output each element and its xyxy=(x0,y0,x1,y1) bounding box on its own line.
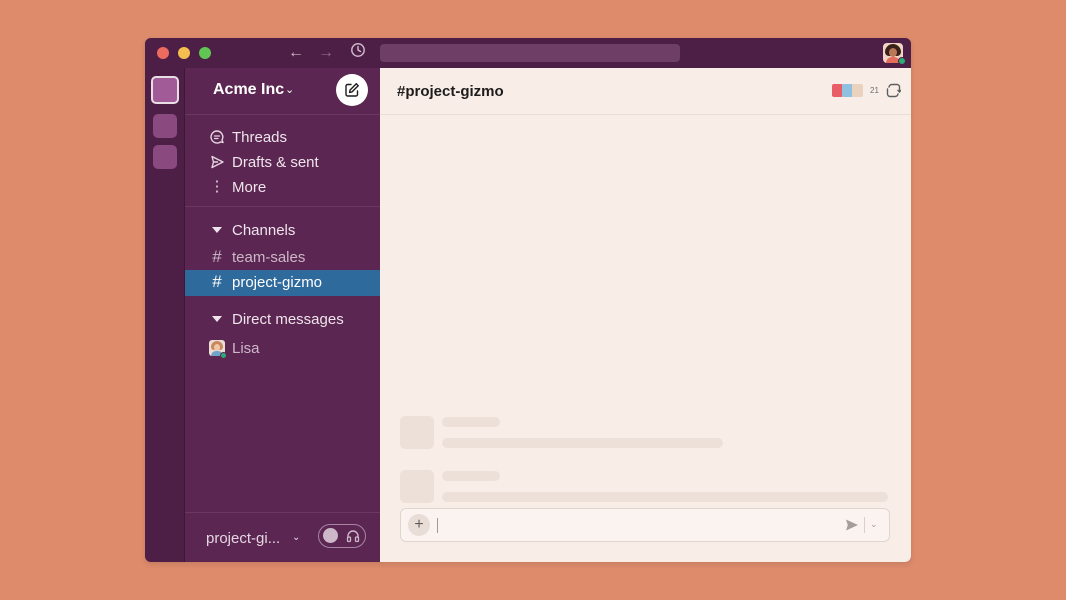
section-label: Channels xyxy=(232,222,296,239)
arrow-right-icon[interactable]: → xyxy=(318,43,334,63)
sidebar-item-dm-lisa[interactable]: Lisa xyxy=(185,337,380,361)
sidebar-item-label: Threads xyxy=(232,129,288,146)
huddle-toggle[interactable] xyxy=(318,524,366,548)
channel-title[interactable]: #project-gizmo xyxy=(397,83,504,100)
caret-down-icon[interactable] xyxy=(212,316,222,322)
clock-icon[interactable] xyxy=(350,42,366,64)
sidebar-item-project-gizmo[interactable]: # project-gizmo xyxy=(185,270,380,296)
text-cursor xyxy=(437,518,438,533)
chevron-down-icon[interactable]: ⌄ xyxy=(285,83,294,96)
workspace-tile[interactable] xyxy=(153,145,177,169)
send-icon xyxy=(208,153,226,171)
minimize-window-button[interactable] xyxy=(178,47,190,59)
online-status-dot xyxy=(220,352,227,359)
sidebar-item-more[interactable]: ⋮ More xyxy=(185,176,380,200)
message-skeleton-line xyxy=(442,438,723,448)
sidebar-item-team-sales[interactable]: # team-sales xyxy=(185,246,380,270)
more-vertical-icon: ⋮ xyxy=(209,178,225,195)
message-skeleton-line xyxy=(442,417,500,427)
threads-icon xyxy=(208,128,226,146)
member-avatar xyxy=(852,84,863,97)
toggle-knob xyxy=(323,528,338,543)
channel-label: project-gizmo xyxy=(232,274,323,291)
main-panel: #project-gizmo 21 + ⌄ xyxy=(380,68,911,562)
dm-section-header[interactable]: Direct messages xyxy=(185,308,380,332)
headphones-icon xyxy=(346,526,360,546)
workspace-tile[interactable] xyxy=(153,114,177,138)
sidebar-divider xyxy=(185,206,380,207)
chevron-down-icon[interactable]: ⌄ xyxy=(292,532,300,543)
hash-icon: # xyxy=(212,247,222,266)
workspace-tile-active[interactable] xyxy=(151,76,179,104)
channel-label: team-sales xyxy=(232,249,306,266)
message-avatar-placeholder xyxy=(400,470,434,503)
title-bar: ← → xyxy=(145,38,911,68)
maximize-window-button[interactable] xyxy=(199,47,211,59)
caret-down-icon[interactable] xyxy=(212,227,222,233)
sidebar-item-label: More xyxy=(232,179,267,196)
dm-label: Lisa xyxy=(232,340,260,357)
channel-name: project-gizmo xyxy=(405,83,504,100)
sidebar-item-drafts[interactable]: Drafts & sent xyxy=(185,151,380,175)
huddle-icon[interactable] xyxy=(886,83,902,103)
app-window: ← → Acme Inc ⌄ Threads Drafts & sent ⋮ M… xyxy=(145,38,911,562)
workspace-rail xyxy=(145,68,185,562)
channel-header: #project-gizmo 21 xyxy=(380,68,911,115)
search-bar[interactable] xyxy=(380,44,680,62)
message-avatar-placeholder xyxy=(400,416,434,449)
huddle-channel-name[interactable]: project-gi... xyxy=(206,530,280,547)
send-icon[interactable] xyxy=(845,518,859,537)
compose-button[interactable] xyxy=(336,74,368,106)
compose-icon xyxy=(345,83,359,97)
member-count[interactable]: 21 xyxy=(870,86,879,95)
message-skeleton-line xyxy=(442,492,888,502)
channels-section-header[interactable]: Channels xyxy=(185,219,380,243)
member-avatars[interactable] xyxy=(832,84,866,97)
hash-icon: # xyxy=(212,272,222,291)
message-composer[interactable]: + ⌄ xyxy=(400,508,890,542)
arrow-left-icon[interactable]: ← xyxy=(288,43,304,63)
message-skeleton-line xyxy=(442,471,500,481)
close-window-button[interactable] xyxy=(157,47,169,59)
sidebar: Acme Inc ⌄ Threads Drafts & sent ⋮ More xyxy=(185,68,380,562)
plus-icon[interactable]: + xyxy=(408,514,430,536)
sidebar-footer: project-gi... ⌄ xyxy=(185,512,380,562)
sidebar-item-label: Drafts & sent xyxy=(232,154,319,171)
online-status-dot xyxy=(898,57,906,65)
workspace-header: Acme Inc ⌄ xyxy=(185,68,380,115)
chevron-down-icon[interactable]: ⌄ xyxy=(870,519,878,530)
workspace-name[interactable]: Acme Inc xyxy=(213,81,284,99)
divider xyxy=(864,517,865,533)
sidebar-item-threads[interactable]: Threads xyxy=(185,126,380,150)
section-label: Direct messages xyxy=(232,311,344,328)
